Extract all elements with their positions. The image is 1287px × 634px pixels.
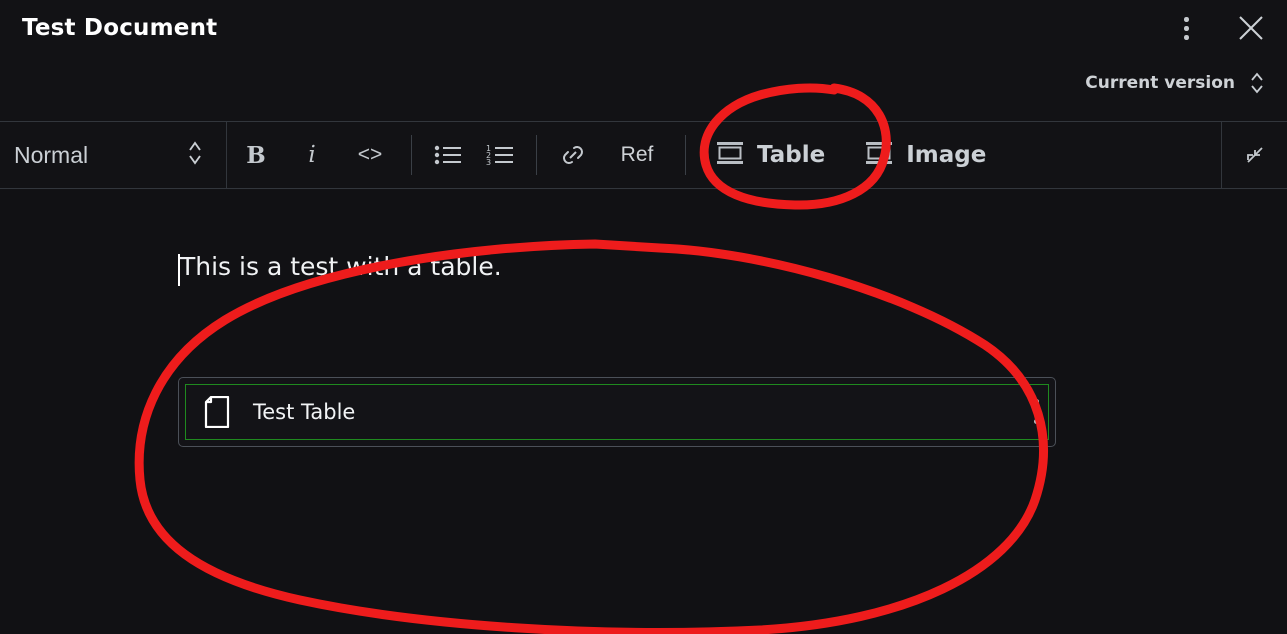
file-document-icon <box>204 396 230 428</box>
editor-toolbar: Normal B i <> 1 2 3 Ref Table Image <box>0 121 1287 189</box>
document-paragraph[interactable]: This is a test with a table. <box>180 252 502 281</box>
collapse-toolbar-button[interactable] <box>1221 122 1287 188</box>
embedded-table-inner: Test Table <box>185 384 1049 440</box>
chevron-up-down-icon <box>1249 70 1265 96</box>
version-selector[interactable]: Current version <box>1085 70 1265 96</box>
toolbar-divider <box>685 135 686 175</box>
code-button[interactable]: <> <box>339 122 401 188</box>
bold-button[interactable]: B <box>227 122 285 188</box>
collapse-arrows-icon <box>1246 147 1263 163</box>
paragraph-style-value: Normal <box>14 141 89 168</box>
kebab-dot <box>1034 419 1039 424</box>
kebab-dot <box>1034 409 1039 414</box>
bullet-list-icon <box>434 145 461 165</box>
window-menu-button[interactable] <box>1172 12 1200 44</box>
numbered-list-button[interactable]: 1 2 3 <box>474 122 526 188</box>
version-label: Current version <box>1085 73 1235 93</box>
table-icon <box>716 141 744 170</box>
bullet-list-button[interactable] <box>422 122 474 188</box>
formatting-tools: B i <> 1 2 3 Ref Table Image <box>227 122 1006 188</box>
image-icon <box>865 141 893 170</box>
kebab-dot <box>1184 26 1189 31</box>
toolbar-divider <box>411 135 412 175</box>
link-icon <box>563 146 583 164</box>
italic-button[interactable]: i <box>285 122 339 188</box>
ref-button[interactable]: Ref <box>599 122 675 188</box>
insert-image-label: Image <box>906 142 987 168</box>
chevron-up-down-icon <box>186 138 204 173</box>
paragraph-style-select[interactable]: Normal <box>0 122 227 188</box>
page-title: Test Document <box>22 15 218 41</box>
kebab-menu-icon <box>1034 399 1039 404</box>
link-button[interactable] <box>547 122 599 188</box>
kebab-dot <box>1184 35 1189 40</box>
document-canvas[interactable]: This is a test with a table. Test Table <box>0 190 1287 634</box>
embedded-table-title: Test Table <box>253 400 356 424</box>
document-editor-window: Test Document Current version Normal B i… <box>0 0 1287 634</box>
insert-table-button[interactable]: Table <box>696 122 845 188</box>
insert-table-label: Table <box>757 142 826 168</box>
svg-text:3: 3 <box>486 158 491 167</box>
numbered-list-icon: 1 2 3 <box>486 144 513 167</box>
embedded-table-menu-button[interactable] <box>1029 395 1045 429</box>
toolbar-divider <box>536 135 537 175</box>
embedded-table-card[interactable]: Test Table <box>178 377 1056 447</box>
insert-image-button[interactable]: Image <box>845 122 1006 188</box>
close-button[interactable] <box>1234 11 1268 45</box>
kebab-menu-icon <box>1184 17 1189 22</box>
title-bar: Test Document <box>0 0 1287 60</box>
close-icon <box>1239 16 1263 40</box>
